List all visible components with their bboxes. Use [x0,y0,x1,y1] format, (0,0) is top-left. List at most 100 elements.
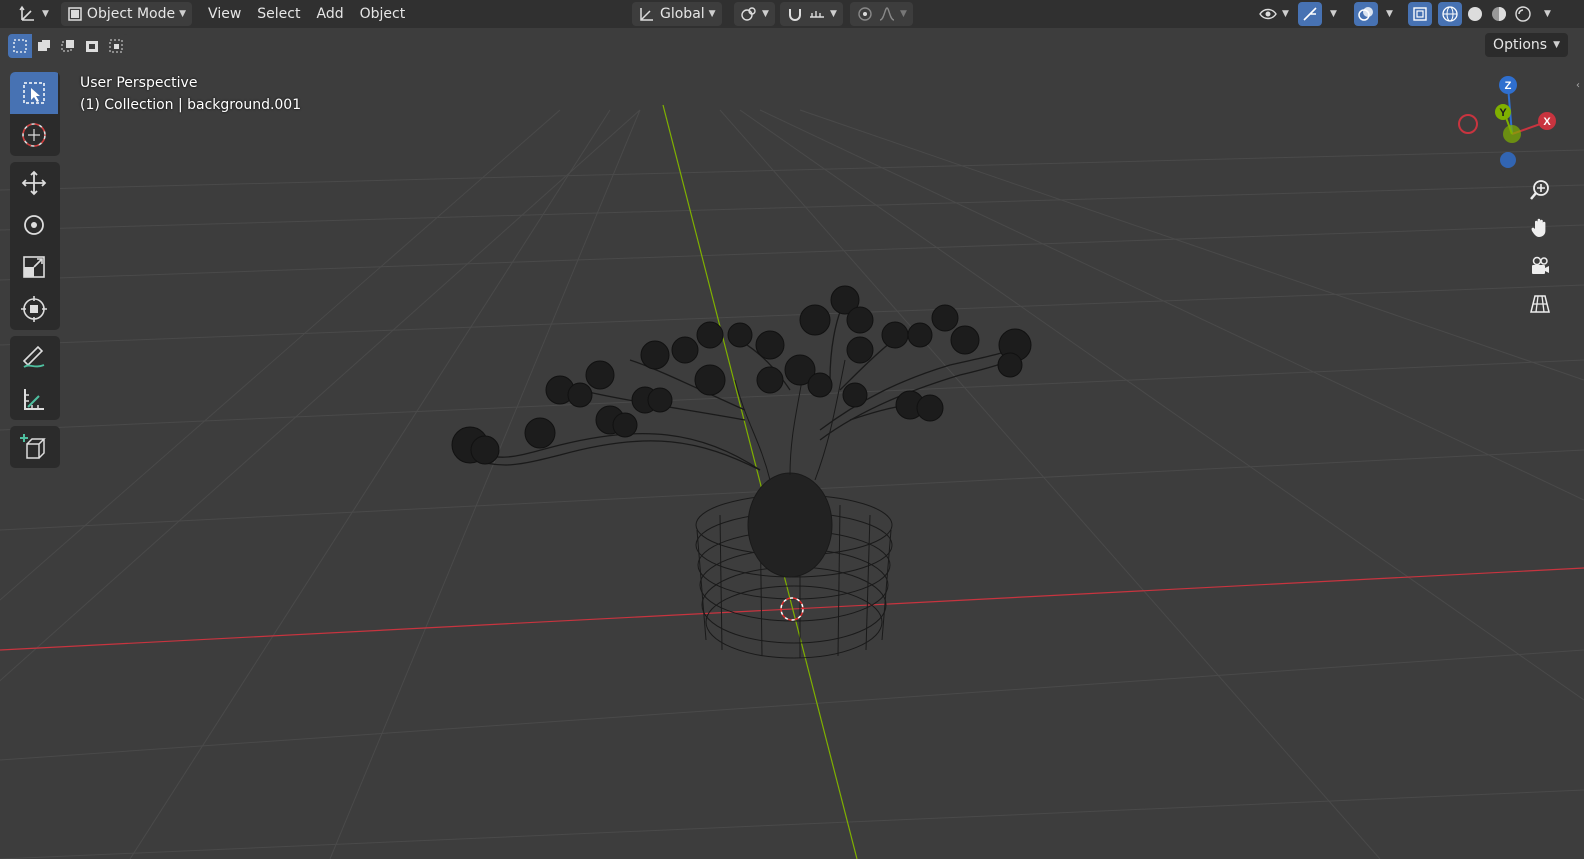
gizmo-z-label: Z [1505,80,1512,92]
view-name: User Perspective [80,75,198,91]
proportional-editing-icon [858,7,872,21]
select-new-icon [13,39,27,53]
chevron-down-icon: ▼ [1553,40,1560,50]
falloff-curve-icon [879,7,895,21]
zoom-icon [1530,180,1549,200]
rendered-sphere-icon [1515,6,1531,22]
tool-select-box[interactable] [10,72,58,114]
select-subtract-icon [61,40,74,52]
options-dropdown[interactable]: Options ▼ [1485,33,1568,57]
toolbar [10,72,60,474]
overlays-toggle[interactable] [1354,2,1378,26]
material-shading-button[interactable] [1487,2,1511,26]
tool-annotate[interactable] [10,336,58,378]
axis-icon [19,5,34,21]
navigation-gizmo[interactable]: Y Z X [1450,72,1560,182]
chevron-down-icon: ▼ [830,9,837,19]
select-box-icon [23,82,45,104]
tool-scale[interactable] [10,246,58,288]
mode-label: Object Mode [86,6,176,22]
wireframe-sphere-icon [1442,6,1458,22]
move-icon [21,170,47,196]
tool-group-select [10,72,60,156]
measure-icon [24,389,44,410]
tool-transform[interactable] [10,288,58,330]
xray-toggle[interactable] [1408,2,1432,26]
mode-dropdown[interactable]: Object Mode ▼ [60,2,193,26]
viewport-nav-buttons [1522,172,1562,324]
camera-view-button[interactable] [1522,248,1558,284]
bonsai-model [451,285,1032,659]
material-sphere-icon [1492,7,1506,21]
rendered-shading-button[interactable] [1511,2,1535,26]
tool-add-cube[interactable] [10,426,58,468]
visibility-dropdown[interactable]: ▼ [1252,2,1295,26]
pivot-icon [741,7,756,21]
pivot-point-dropdown[interactable]: ▼ [734,2,775,26]
magnet-icon [789,9,801,21]
chevron-down-icon: ▼ [708,9,716,19]
chevron-down-icon[interactable]: ▼ [1330,9,1337,19]
select-invert-icon [86,41,98,52]
solid-sphere-icon [1468,7,1482,21]
annotate-icon [22,345,45,368]
snap-group[interactable]: ▼ [780,2,843,26]
chevron-down-icon: ▼ [762,9,769,19]
gizmo-toggle[interactable] [1298,2,1322,26]
gizmo-y-label: Y [1499,107,1507,119]
select-extend-icon [38,40,50,51]
foliage [451,285,1032,465]
gizmo-x-label: X [1543,116,1551,128]
gizmo-neg-y [1503,125,1521,143]
editor-type-button[interactable]: ▼ [12,2,55,26]
proportional-editing-group[interactable]: ▼ [850,2,913,26]
chevron-down-icon: ▼ [900,9,907,19]
options-label: Options [1493,37,1548,53]
wireframe-shading-button[interactable] [1438,2,1462,26]
tool-group-annotate [10,336,60,420]
chevron-down-icon: ▼ [179,9,187,19]
tool-cursor[interactable] [10,114,58,156]
object-mode-icon [68,7,82,21]
tool-move[interactable] [10,162,58,204]
select-intersect-icon [109,39,123,53]
tool-measure[interactable] [10,378,58,420]
3d-viewport[interactable]: User Perspective (1) Collection | backgr… [0,0,1584,859]
cursor-icon [22,123,46,147]
transform-orientation-icon [640,8,653,21]
menu-add[interactable]: Add [308,2,351,26]
zoom-button[interactable] [1522,172,1558,208]
transform-icon [21,296,47,322]
select-subtract-button[interactable] [56,34,80,58]
select-invert-button[interactable] [80,34,104,58]
scene-canvas[interactable] [0,0,1584,859]
menu-select[interactable]: Select [249,2,308,26]
select-new-button[interactable] [8,34,32,58]
tool-group-add [10,426,60,468]
chevron-down-icon[interactable]: ▼ [1544,9,1551,19]
overlays-icon [1358,7,1373,21]
perspective-grid-icon [1530,295,1550,313]
solid-shading-button[interactable] [1463,2,1487,26]
chevron-down-icon[interactable]: ▼ [1386,9,1393,19]
orientation-label: Global [660,6,705,22]
perspective-toggle-button[interactable] [1522,286,1558,322]
gizmo-neg-z [1500,152,1516,168]
x-axis-line [0,567,1584,651]
pan-button[interactable] [1522,210,1558,246]
scale-icon [23,256,45,278]
eye-icon [1259,8,1277,20]
orientation-dropdown[interactable]: Global ▼ [632,2,722,26]
camera-icon [1532,256,1549,274]
sidebar-expand-arrow-icon[interactable]: ‹ [1576,80,1584,96]
viewport-header: ▼ Object Mode ▼ View Select Add Object G… [0,0,1584,28]
tool-rotate[interactable] [10,204,58,246]
select-intersect-button[interactable] [104,34,128,58]
gizmo-icon [1303,7,1317,21]
viewport-info: User Perspective (1) Collection | backgr… [80,72,301,116]
menu-object[interactable]: Object [352,2,414,26]
collection-info: (1) Collection | background.001 [80,97,302,113]
menu-view[interactable]: View [200,2,249,26]
select-extend-button[interactable] [32,34,56,58]
snap-increment-icon [810,11,824,18]
